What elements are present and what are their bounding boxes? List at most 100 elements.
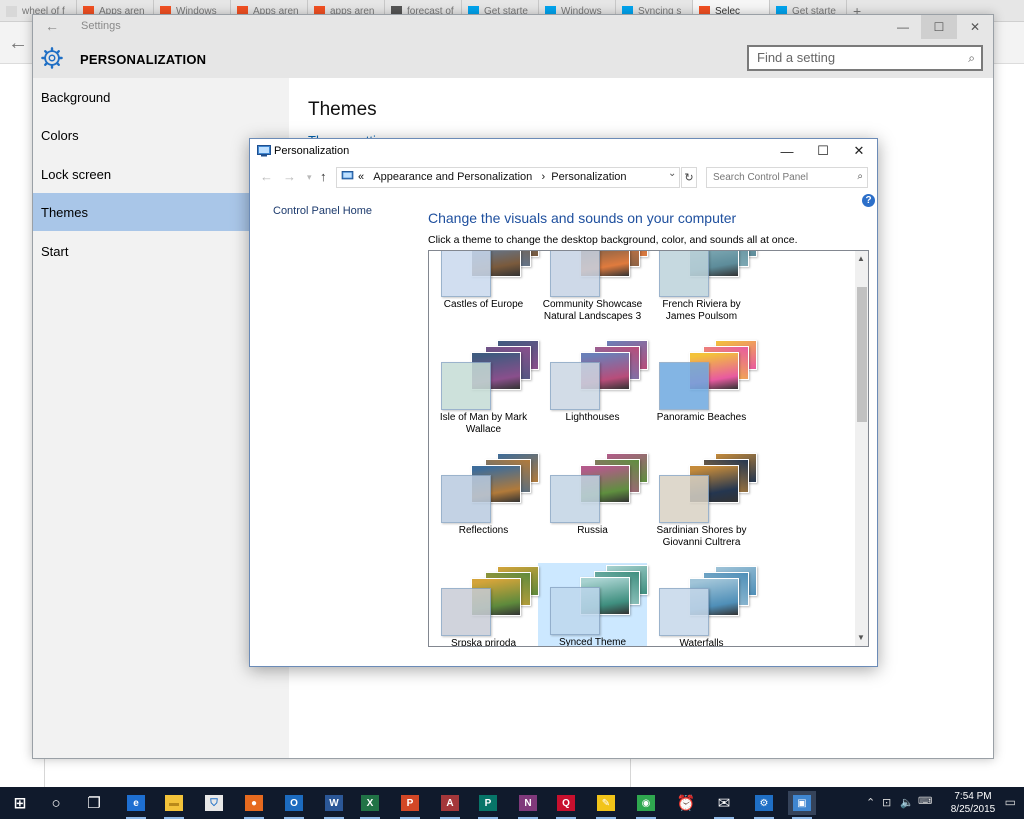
breadcrumb-appearance[interactable]: Appearance and Personalization <box>373 171 532 183</box>
theme-label: Panoramic Beaches <box>656 412 747 423</box>
find-setting-input[interactable]: Find a setting ⌕ <box>747 45 983 71</box>
cp-subheading: Click a theme to change the desktop back… <box>428 234 798 246</box>
chrome-icon: ◉ <box>637 795 655 811</box>
cp-minimize-button[interactable]: — <box>769 139 805 163</box>
chevron-down-icon[interactable]: ⌄ <box>668 168 676 179</box>
theme-item[interactable]: Community Showcase Natural Landscapes 3 <box>538 251 650 325</box>
taskbar: ⌃ ⊡ 🔈 ⌨ 7:54 PM 8/25/2015 ▭ ⊞ ○ ❐ e ▬ ⛉ ● O W X P A… <box>0 787 1024 819</box>
taskbar-paint-icon[interactable]: ✎ <box>592 791 620 819</box>
back-arrow-icon[interactable]: ← <box>260 169 273 184</box>
taskbar-access-icon[interactable]: A <box>436 791 464 819</box>
start-icon: ⊞ <box>13 795 27 812</box>
theme-label: Isle of Man by Mark Wallace <box>439 412 528 435</box>
search-control-panel-input[interactable]: Search Control Panel ⌕ <box>706 167 868 188</box>
theme-thumbnail <box>550 563 650 635</box>
theme-list[interactable]: Waterfalls Synced Theme Srpska priroda Sard… <box>428 250 869 647</box>
chevron-down-icon[interactable]: ▾ <box>307 172 312 183</box>
search-icon[interactable]: ⌕ <box>968 51 975 66</box>
minimize-button[interactable]: — <box>885 15 921 39</box>
theme-label: Sardinian Shores by Giovanni Cultrera <box>656 525 747 548</box>
taskbar-powerpoint-icon[interactable]: P <box>396 791 424 819</box>
control-panel-icon: ▣ <box>793 795 811 811</box>
theme-item[interactable]: Synced Theme <box>538 563 650 646</box>
taskbar-outlook-icon[interactable]: O <box>280 791 308 819</box>
alarm-icon: ⏰ <box>676 795 696 812</box>
theme-item[interactable]: Isle of Man by Mark Wallace <box>429 338 539 438</box>
taskbar-alarm-icon[interactable]: ⏰ <box>672 791 700 815</box>
cp-titlebar[interactable]: Personalization — ☐ ✕ <box>250 139 877 164</box>
taskbar-quicken-icon[interactable]: Q <box>552 791 580 819</box>
taskbar-excel-icon[interactable]: X <box>356 791 384 819</box>
taskbar-file-explorer-icon[interactable]: ▬ <box>160 791 188 819</box>
keyboard-icon[interactable]: ⌨ <box>918 796 932 807</box>
browser-back-icon[interactable]: ← <box>8 32 28 55</box>
scroll-down-icon[interactable]: ▼ <box>857 633 865 642</box>
theme-photo <box>550 475 600 523</box>
taskbar-chrome-icon[interactable]: ◉ <box>632 791 660 819</box>
up-arrow-icon[interactable]: ↑ <box>320 169 327 184</box>
taskbar-store-icon[interactable]: ⛉ <box>200 791 228 815</box>
address-bar[interactable]: « Appearance and Personalization › Perso… <box>336 167 680 188</box>
breadcrumb-personalization[interactable]: Personalization <box>551 171 626 183</box>
taskbar-start-icon[interactable]: ⊞ <box>6 791 34 815</box>
theme-item[interactable]: Lighthouses <box>538 338 648 438</box>
scrollbar[interactable]: ▲ ▼ <box>855 251 868 646</box>
refresh-icon[interactable]: ↻ <box>681 167 697 188</box>
access-icon: A <box>441 795 459 811</box>
taskbar-settings-icon[interactable]: ⚙ <box>750 791 778 819</box>
taskbar-mail-icon[interactable]: ✉ <box>710 791 738 819</box>
taskbar-edge-icon[interactable]: e <box>122 791 150 819</box>
forward-arrow-icon[interactable]: → <box>283 169 296 184</box>
settings-header: PERSONALIZATION Find a setting ⌕ <box>33 39 993 78</box>
clock[interactable]: 7:54 PM 8/25/2015 <box>948 790 998 816</box>
cp-maximize-button[interactable]: ☐ <box>805 139 841 163</box>
scroll-up-icon[interactable]: ▲ <box>857 254 865 263</box>
settings-titlebar[interactable]: ← Settings — ☐ ✕ <box>33 15 993 39</box>
theme-item[interactable]: Panoramic Beaches <box>647 338 757 438</box>
cp-close-button[interactable]: ✕ <box>841 139 877 163</box>
volume-icon[interactable]: 🔈 <box>900 796 914 809</box>
theme-item[interactable]: Waterfalls <box>647 564 757 647</box>
back-arrow-icon[interactable]: ← <box>45 18 59 34</box>
theme-photo <box>550 362 600 410</box>
help-icon[interactable]: ? <box>862 194 875 207</box>
theme-label: Waterfalls <box>679 638 724 647</box>
control-panel-home-link[interactable]: Control Panel Home <box>273 205 372 217</box>
maximize-button[interactable]: ☐ <box>921 15 957 39</box>
theme-item[interactable]: Russia <box>538 451 648 551</box>
theme-item[interactable]: Sardinian Shores by Giovanni Cultrera <box>647 451 759 551</box>
taskbar-firefox-icon[interactable]: ● <box>240 791 268 819</box>
theme-photo <box>441 475 491 523</box>
network-icon[interactable]: ⊡ <box>882 796 891 809</box>
notification-icon[interactable]: ▭ <box>1005 795 1016 809</box>
taskbar-control-panel-icon[interactable]: ▣ <box>788 791 816 819</box>
excel-icon: X <box>361 795 379 811</box>
search-icon[interactable]: ⌕ <box>857 171 863 182</box>
theme-thumbnail <box>441 451 541 523</box>
taskbar-search-icon[interactable]: ○ <box>42 791 70 815</box>
breadcrumb-separator: › <box>541 171 546 183</box>
scrollbar-thumb[interactable] <box>857 287 867 422</box>
breadcrumb-prefix[interactable]: « <box>358 171 364 183</box>
theme-item[interactable]: Srpska priroda <box>429 564 539 646</box>
nav-item-background[interactable]: Background <box>33 78 289 116</box>
theme-item[interactable]: Reflections <box>429 451 541 551</box>
tab-favicon-icon <box>6 5 17 17</box>
chevron-up-icon[interactable]: ⌃ <box>866 796 875 809</box>
theme-thumbnail <box>550 251 650 297</box>
taskbar-task-view-icon[interactable]: ❐ <box>80 791 108 815</box>
theme-photo <box>441 588 491 636</box>
theme-thumbnail <box>659 451 759 523</box>
page-title: Themes <box>308 99 377 120</box>
onenote-icon: N <box>519 795 537 811</box>
theme-label: Lighthouses <box>565 412 620 423</box>
control-panel-icon <box>341 171 354 180</box>
taskbar-onenote-icon[interactable]: N <box>514 791 542 819</box>
theme-item[interactable]: Castles of Europe <box>429 251 539 325</box>
taskbar-word-icon[interactable]: W <box>320 791 348 819</box>
outlook-icon: O <box>285 795 303 811</box>
powerpoint-icon: P <box>401 795 419 811</box>
close-button[interactable]: ✕ <box>957 15 993 39</box>
theme-item[interactable]: French Riviera by James Poulsom <box>647 251 757 325</box>
taskbar-publisher-icon[interactable]: P <box>474 791 502 819</box>
